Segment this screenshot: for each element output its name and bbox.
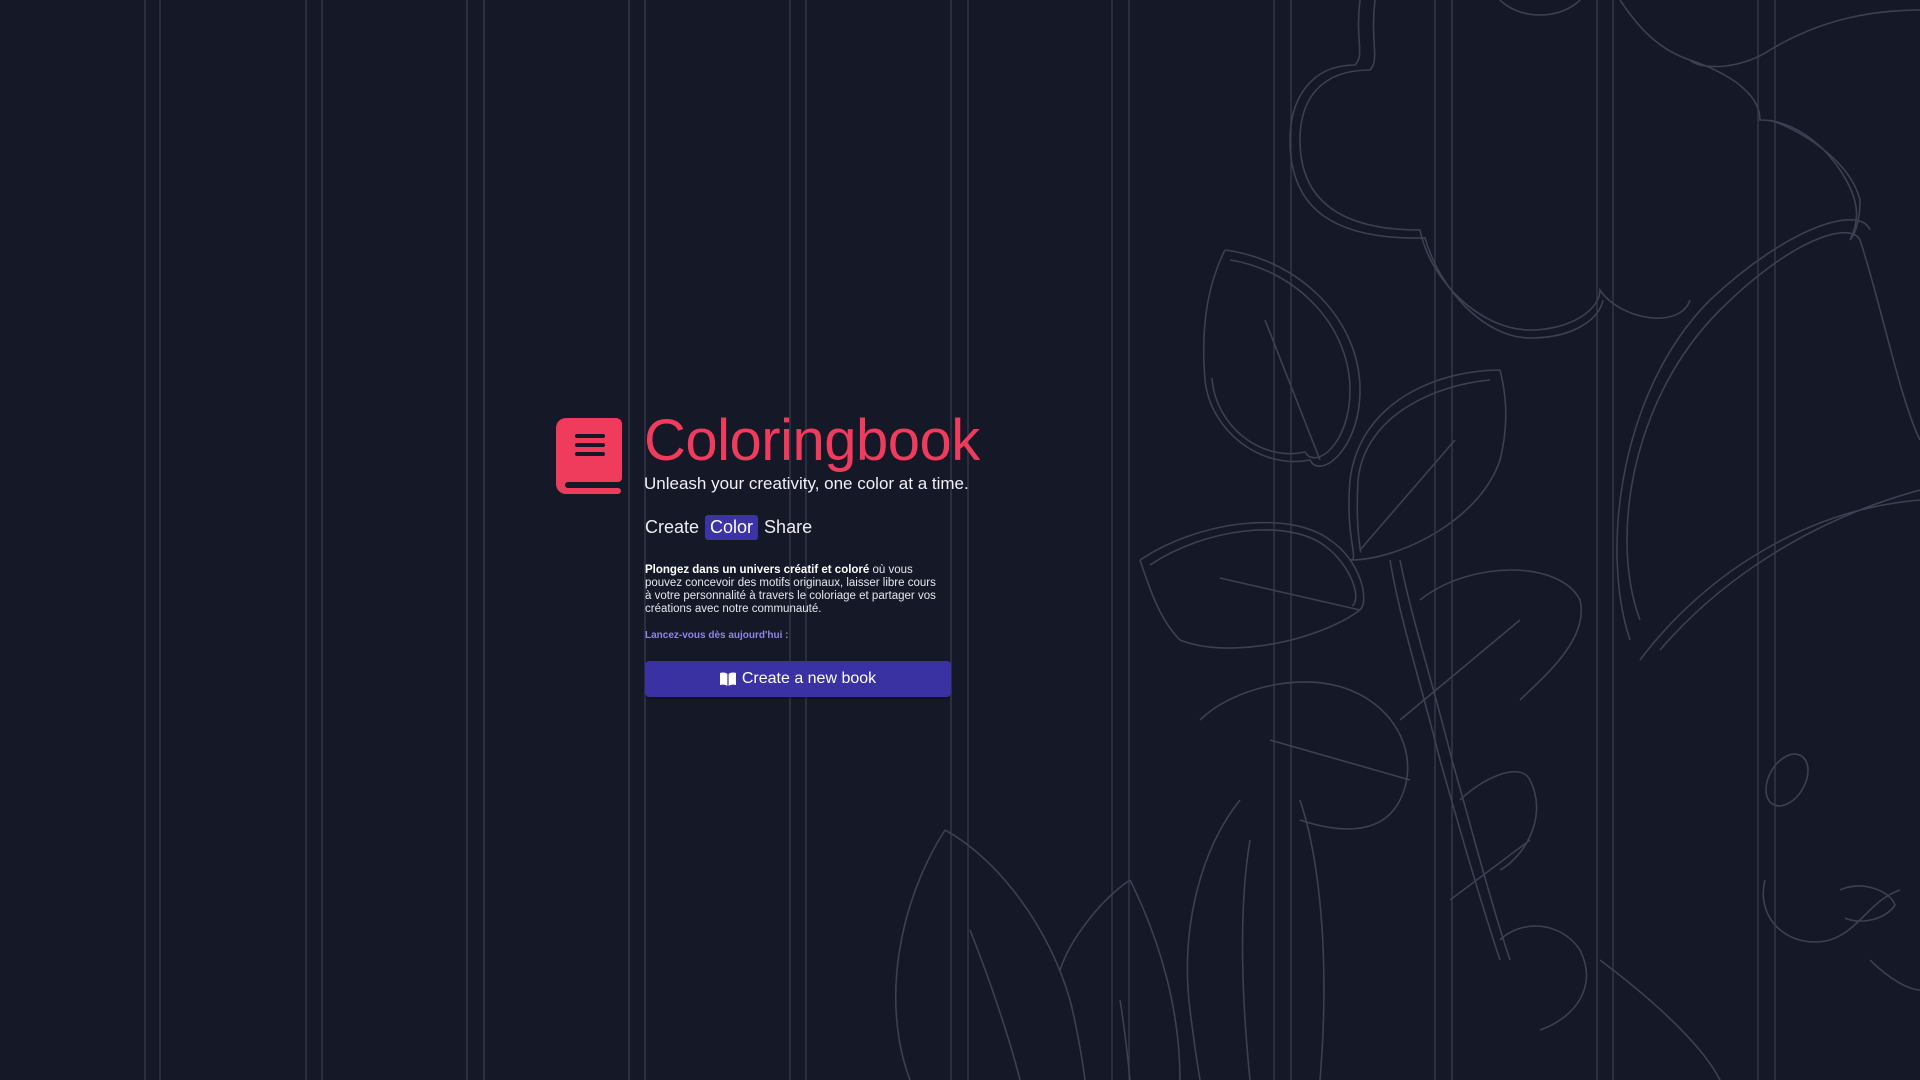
background-illustration: [895, 0, 1920, 1080]
intro-paragraph: Plongez dans un univers créatif et color…: [645, 564, 945, 616]
book-icon: [556, 418, 622, 494]
step-color: Color: [705, 515, 759, 540]
open-book-icon: [719, 672, 736, 686]
steps-row: Create Color Share: [645, 515, 956, 540]
app-title: Coloringbook: [644, 408, 980, 473]
app-tagline: Unleash your creativity, one color at a …: [644, 474, 969, 493]
create-book-button-label: Create a new book: [741, 670, 877, 687]
cta-label: Lancez-vous dès aujourd'hui :: [645, 630, 789, 641]
step-share: Share: [764, 517, 813, 537]
create-book-button[interactable]: Create a new book: [645, 661, 951, 697]
step-create: Create: [645, 517, 700, 537]
brand-text: Coloringbook Unleash your creativity, on…: [644, 410, 980, 494]
hero-section: Coloringbook Unleash your creativity, on…: [556, 410, 980, 697]
brand-header: Coloringbook Unleash your creativity, on…: [556, 410, 980, 494]
intro-bold: Plongez dans un univers créatif et color…: [645, 564, 870, 576]
app-root: Coloringbook Unleash your creativity, on…: [0, 0, 1920, 1080]
